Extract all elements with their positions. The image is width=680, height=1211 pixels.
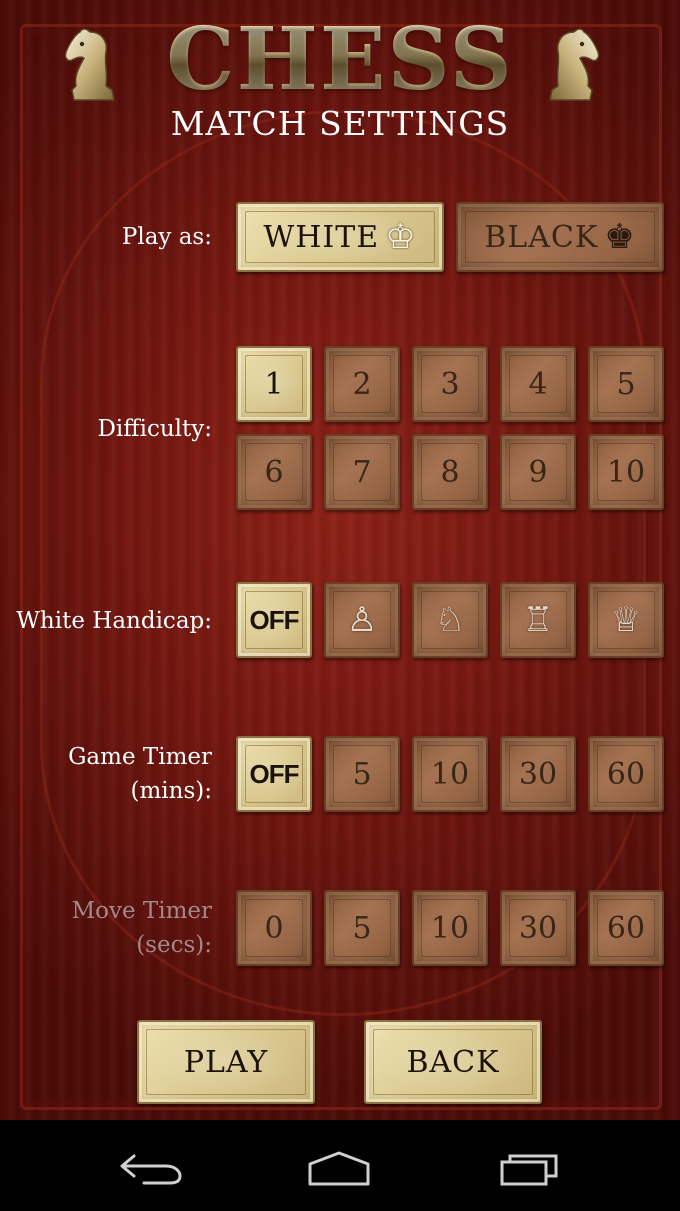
handicap-knight-button[interactable]: ♘ [412,582,488,658]
game-timer-5-button[interactable]: 5 [324,736,400,812]
settings-screen: CHESS MATCH SETTINGS Play as: WHITE ♔ BL… [0,0,680,1120]
difficulty-option-7[interactable]: 7 [324,434,400,510]
back-button[interactable]: BACK [364,1020,542,1104]
handicap-pawn-button[interactable]: ♙ [324,582,400,658]
difficulty-option-1[interactable]: 1 [236,346,312,422]
difficulty-option-4[interactable]: 4 [500,346,576,422]
white-handicap-label: White Handicap: [16,608,212,634]
handicap-rook-button[interactable]: ♖ [500,582,576,658]
queen-icon: ♕ [610,600,642,640]
move-timer-label-line2: (secs): [136,932,212,958]
move-timer-label-line1: Move Timer [71,898,212,924]
play-as-white-label: WHITE [263,219,380,255]
game-timer-60-button[interactable]: 60 [588,736,664,812]
handicap-off-label: OFF [249,604,300,635]
difficulty-option-8[interactable]: 8 [412,434,488,510]
back-icon[interactable] [114,1150,184,1186]
move-timer-5-button[interactable]: 5 [324,890,400,966]
play-as-white-button[interactable]: WHITE ♔ [236,202,444,272]
play-as-label: Play as: [121,224,212,250]
recent-apps-icon[interactable] [496,1150,566,1186]
difficulty-option-9[interactable]: 9 [500,434,576,510]
game-timer-label: Game Timer (mins): [68,740,212,808]
game-timer-label-line2: (mins): [130,778,212,804]
difficulty-option-5[interactable]: 5 [588,346,664,422]
play-as-black-button[interactable]: BLACK ♚ [456,202,664,272]
play-as-black-label: BLACK [484,219,599,255]
knight-logo-icon [64,28,115,101]
system-navigation-bar [0,1120,680,1211]
page-title: MATCH SETTINGS [170,104,510,143]
move-timer-10-button[interactable]: 10 [412,890,488,966]
game-timer-label-line1: Game Timer [68,744,212,770]
header: CHESS [0,10,680,108]
move-timer-30-button[interactable]: 30 [500,890,576,966]
game-timer-30-button[interactable]: 30 [500,736,576,812]
knight-icon: ♘ [434,600,466,640]
game-timer-off-button[interactable]: OFF [236,736,312,812]
move-timer-0-button[interactable]: 0 [236,890,312,966]
handicap-off-button[interactable]: OFF [236,582,312,658]
difficulty-option-10[interactable]: 10 [588,434,664,510]
play-button[interactable]: PLAY [137,1020,315,1104]
difficulty-option-3[interactable]: 3 [412,346,488,422]
move-timer-label: Move Timer (secs): [72,894,212,962]
pawn-icon: ♙ [346,600,378,640]
game-timer-off-label: OFF [249,758,300,789]
game-timer-10-button[interactable]: 10 [412,736,488,812]
difficulty-option-2[interactable]: 2 [324,346,400,422]
handicap-queen-button[interactable]: ♕ [588,582,664,658]
difficulty-option-6[interactable]: 6 [236,434,312,510]
white-king-icon: ♔ [385,217,417,257]
app-title: CHESS [140,12,540,108]
rook-icon: ♖ [522,600,554,640]
move-timer-60-button[interactable]: 60 [588,890,664,966]
black-king-icon: ♚ [604,217,636,257]
difficulty-label: Difficulty: [97,416,212,442]
home-icon[interactable] [304,1150,374,1186]
knight-logo-icon [549,28,600,101]
